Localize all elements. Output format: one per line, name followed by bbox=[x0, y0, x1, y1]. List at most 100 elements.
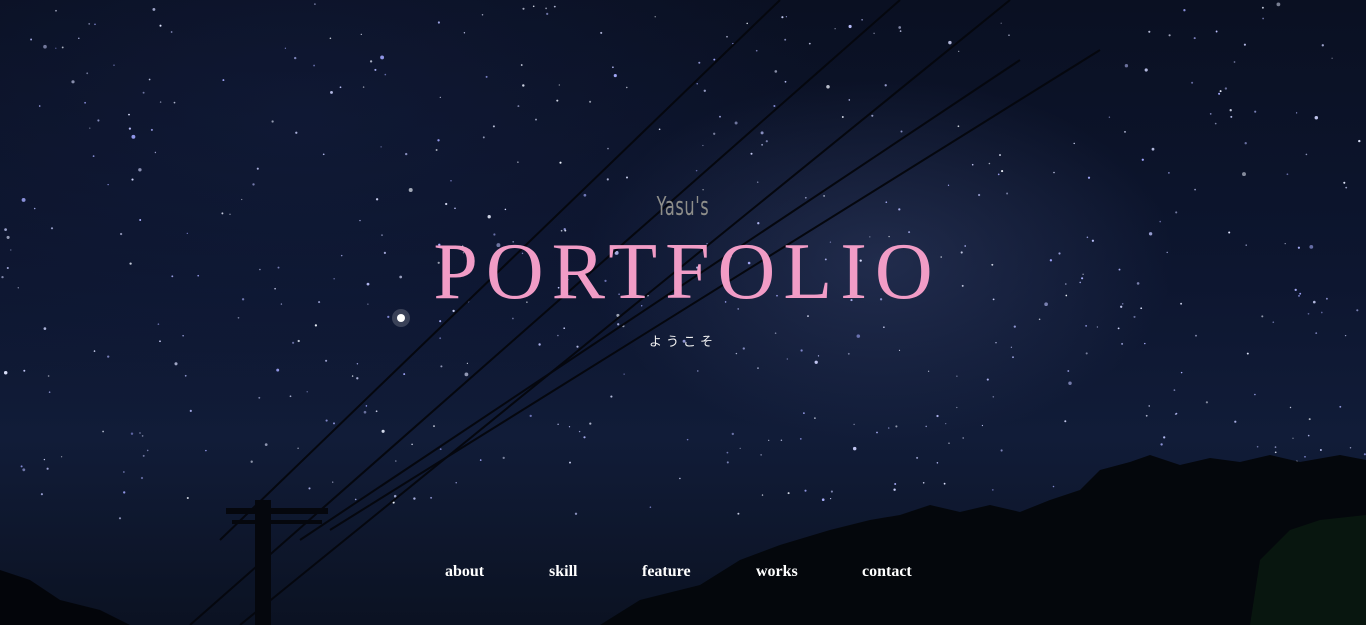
star bbox=[152, 7, 156, 11]
star bbox=[698, 61, 701, 64]
star bbox=[737, 512, 740, 515]
star bbox=[1256, 445, 1259, 448]
star bbox=[479, 459, 482, 461]
star bbox=[1085, 325, 1087, 327]
star bbox=[992, 396, 995, 398]
star bbox=[756, 181, 759, 183]
star bbox=[439, 448, 442, 450]
star bbox=[339, 86, 342, 89]
star bbox=[1276, 2, 1281, 7]
star bbox=[222, 79, 225, 82]
star bbox=[734, 121, 738, 125]
star bbox=[332, 481, 334, 483]
star bbox=[186, 496, 189, 500]
star bbox=[1124, 131, 1126, 133]
star bbox=[1168, 172, 1170, 174]
nav-link-feature[interactable]: feature bbox=[642, 563, 691, 581]
star bbox=[433, 425, 435, 428]
star bbox=[1148, 405, 1150, 407]
star bbox=[841, 116, 844, 118]
star bbox=[351, 375, 354, 377]
star bbox=[276, 368, 280, 372]
star bbox=[814, 360, 818, 364]
star bbox=[607, 147, 609, 150]
star bbox=[1108, 116, 1111, 118]
star bbox=[1274, 451, 1277, 454]
star bbox=[568, 426, 571, 428]
star bbox=[750, 152, 753, 155]
star bbox=[787, 492, 790, 495]
star bbox=[719, 115, 721, 118]
star bbox=[325, 359, 328, 362]
star bbox=[713, 132, 716, 135]
star bbox=[1168, 34, 1171, 37]
star bbox=[329, 37, 332, 40]
star bbox=[1133, 315, 1136, 318]
nav-link-works[interactable]: works bbox=[756, 563, 798, 581]
star bbox=[623, 373, 625, 375]
star bbox=[852, 446, 857, 451]
star bbox=[332, 422, 336, 425]
star bbox=[893, 488, 896, 491]
star bbox=[3, 371, 8, 375]
star bbox=[1292, 437, 1294, 439]
star bbox=[40, 493, 43, 496]
star bbox=[184, 374, 187, 377]
star bbox=[140, 476, 144, 480]
star bbox=[1012, 356, 1014, 359]
star bbox=[1331, 57, 1333, 59]
star bbox=[553, 5, 556, 8]
star bbox=[322, 153, 325, 156]
star bbox=[139, 219, 142, 221]
star bbox=[306, 391, 308, 393]
star bbox=[948, 40, 952, 45]
star bbox=[1308, 418, 1311, 421]
star bbox=[264, 443, 268, 446]
star bbox=[696, 83, 698, 85]
star bbox=[703, 89, 706, 92]
star bbox=[780, 439, 783, 442]
star bbox=[84, 101, 87, 104]
star bbox=[887, 427, 890, 429]
star bbox=[325, 419, 328, 422]
star bbox=[435, 149, 438, 151]
star bbox=[925, 425, 927, 428]
star bbox=[1339, 405, 1342, 408]
star bbox=[826, 85, 830, 89]
star bbox=[765, 140, 768, 143]
star bbox=[943, 482, 946, 485]
star bbox=[871, 114, 874, 117]
star bbox=[520, 64, 523, 66]
star bbox=[1209, 113, 1212, 115]
star bbox=[50, 227, 54, 230]
star bbox=[464, 372, 469, 377]
star bbox=[439, 96, 441, 99]
star bbox=[702, 144, 704, 147]
nav-link-contact[interactable]: contact bbox=[862, 563, 912, 581]
star bbox=[981, 424, 984, 427]
star bbox=[113, 64, 115, 66]
star bbox=[997, 173, 1000, 176]
hero-section: Yasu's PORTFOLIO ようこそ about skill featur… bbox=[0, 0, 1366, 625]
nav-link-about[interactable]: about bbox=[445, 563, 484, 581]
star bbox=[1289, 406, 1292, 409]
star bbox=[589, 100, 592, 103]
star bbox=[128, 113, 130, 116]
star bbox=[92, 155, 95, 157]
star bbox=[55, 9, 57, 12]
star bbox=[556, 99, 559, 102]
star bbox=[450, 180, 452, 182]
star bbox=[785, 16, 788, 18]
star bbox=[1068, 381, 1072, 386]
star bbox=[625, 176, 629, 179]
star bbox=[1274, 446, 1277, 448]
star bbox=[1191, 81, 1194, 84]
star bbox=[308, 487, 311, 490]
star bbox=[250, 460, 253, 463]
nav-link-skill[interactable]: skill bbox=[549, 563, 577, 581]
star bbox=[380, 146, 382, 148]
star bbox=[600, 31, 603, 34]
star bbox=[808, 42, 811, 45]
star bbox=[884, 84, 887, 87]
star bbox=[1117, 327, 1120, 330]
